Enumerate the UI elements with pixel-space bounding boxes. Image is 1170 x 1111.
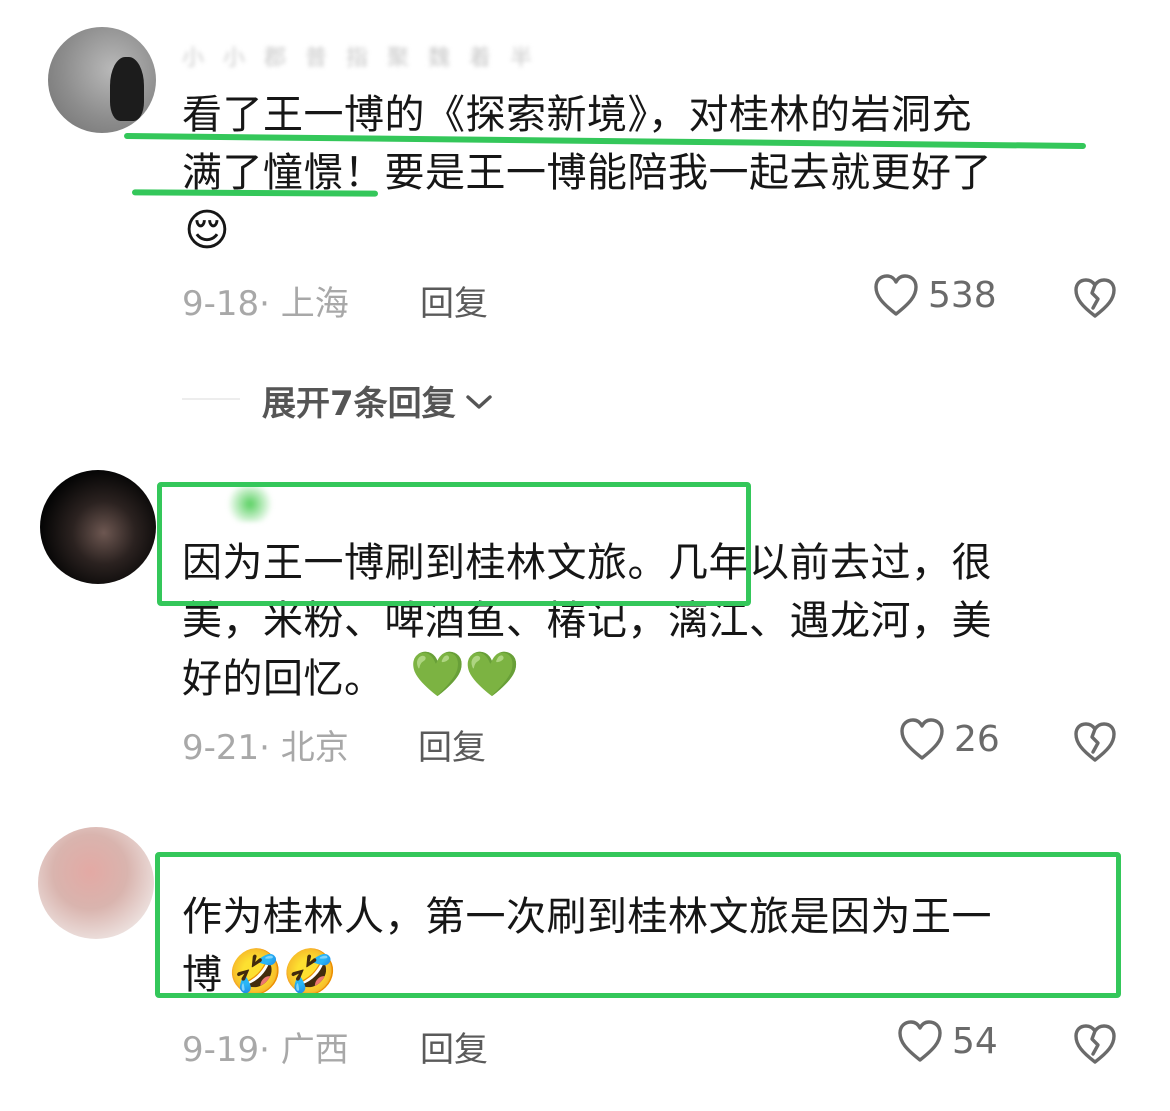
like-count: 26 bbox=[954, 718, 1000, 760]
comment-location: 北京 bbox=[280, 728, 349, 768]
heart-outline-icon bbox=[896, 1018, 944, 1064]
broken-heart-icon bbox=[1074, 722, 1116, 762]
avatar-figure bbox=[110, 57, 144, 121]
like-count: 54 bbox=[952, 1020, 998, 1062]
like-button[interactable]: 54 bbox=[896, 1018, 998, 1064]
meta-separator: · bbox=[259, 284, 281, 324]
heart-outline-icon bbox=[898, 716, 946, 762]
meta-separator: · bbox=[259, 1030, 281, 1070]
comment-location: 上海 bbox=[280, 284, 349, 324]
broken-heart-icon bbox=[1074, 278, 1116, 318]
comment-date: 9-19 bbox=[182, 1030, 260, 1070]
comment-meta: 9-19· 广西 bbox=[182, 1022, 349, 1071]
highlight-underline bbox=[131, 189, 379, 197]
highlight-box bbox=[155, 852, 1121, 998]
avatar[interactable] bbox=[40, 470, 156, 584]
highlight-box bbox=[157, 482, 751, 606]
avatar[interactable] bbox=[48, 27, 156, 133]
comment-date: 9-18 bbox=[182, 284, 260, 324]
expand-divider bbox=[182, 398, 240, 400]
username[interactable]: 小 小 郡 普 指 聚 魏 着 半 bbox=[182, 40, 542, 71]
dislike-button[interactable] bbox=[1072, 1022, 1118, 1066]
dislike-button[interactable] bbox=[1072, 276, 1118, 320]
comment-emoji: 😌 bbox=[184, 205, 230, 256]
broken-heart-icon bbox=[1074, 1024, 1116, 1064]
reply-button[interactable]: 回复 bbox=[420, 276, 488, 325]
chevron-down-icon bbox=[464, 381, 494, 421]
reply-button[interactable]: 回复 bbox=[420, 1022, 488, 1071]
reply-button[interactable]: 回复 bbox=[418, 720, 486, 769]
like-count: 538 bbox=[928, 274, 997, 316]
like-button[interactable]: 538 bbox=[872, 272, 997, 318]
heart-outline-icon bbox=[872, 272, 920, 318]
expand-replies-button[interactable]: 展开7条回复 bbox=[262, 376, 494, 425]
dislike-button[interactable] bbox=[1072, 720, 1118, 764]
meta-separator: · bbox=[259, 728, 281, 768]
comment-meta: 9-18· 上海 bbox=[182, 276, 349, 325]
comment-emoji: 💚💚 bbox=[410, 649, 520, 700]
comment-meta: 9-21· 北京 bbox=[182, 720, 349, 769]
comment-date: 9-21 bbox=[182, 728, 260, 768]
avatar[interactable] bbox=[38, 827, 154, 939]
expand-label: 展开7条回复 bbox=[262, 384, 456, 424]
like-button[interactable]: 26 bbox=[898, 716, 1000, 762]
comment-location: 广西 bbox=[280, 1030, 349, 1070]
